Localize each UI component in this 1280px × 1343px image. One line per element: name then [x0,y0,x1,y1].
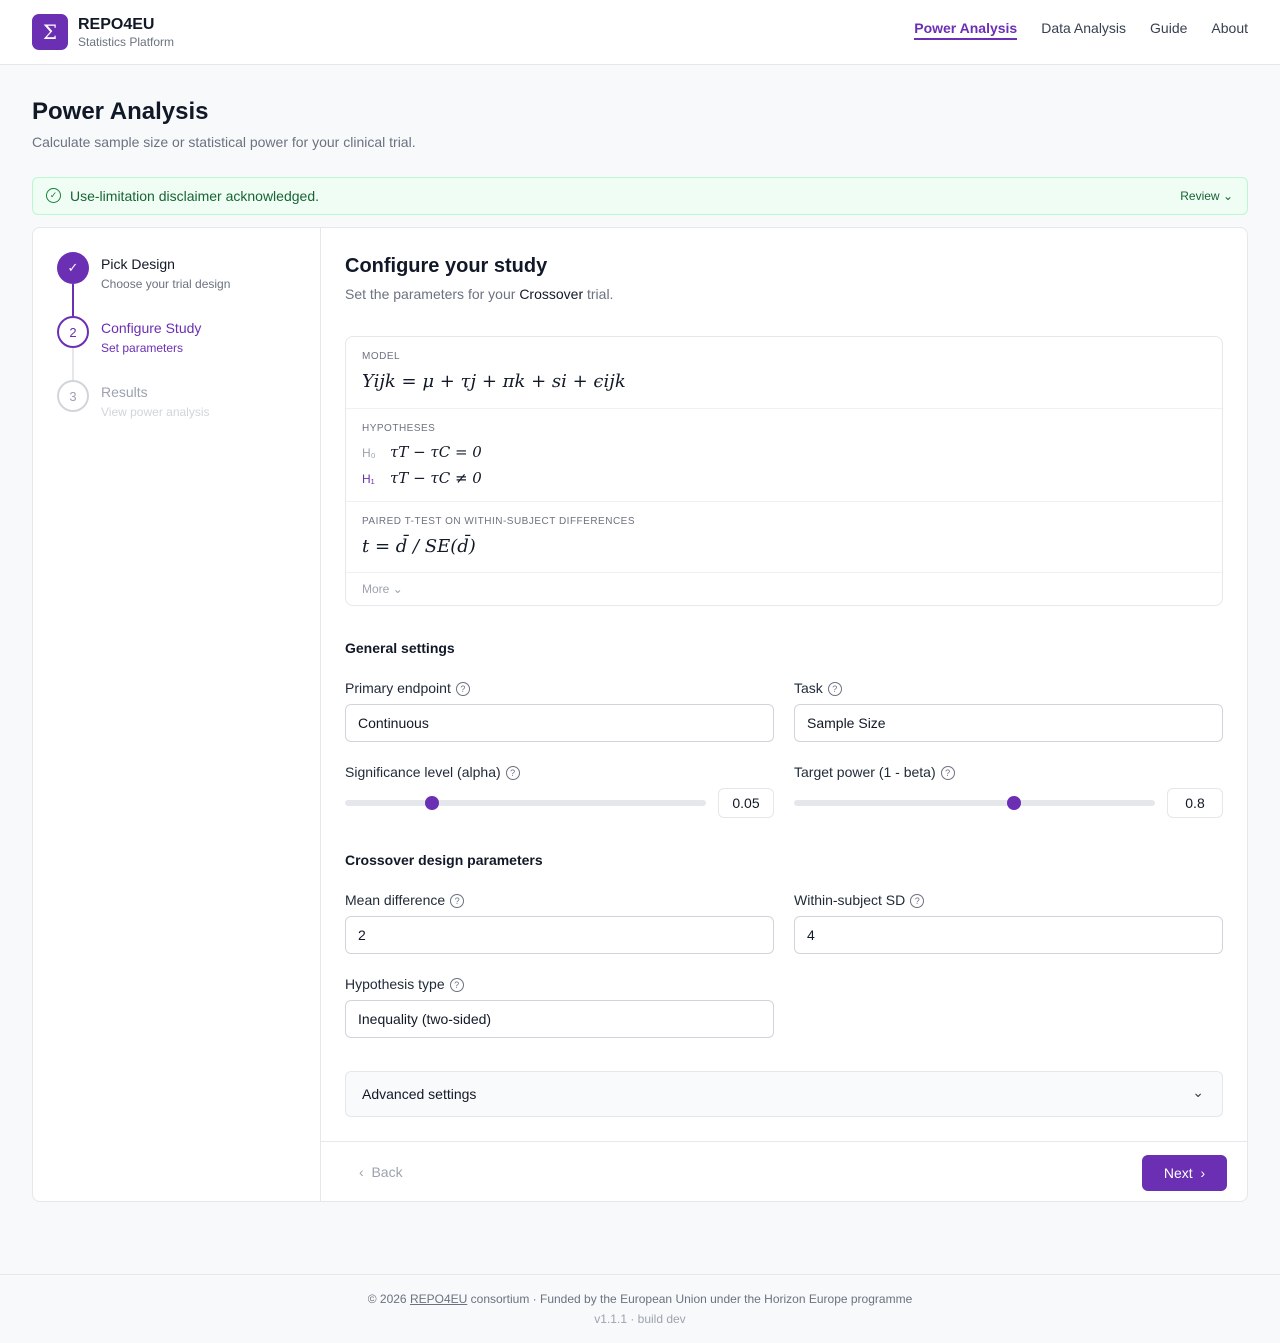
stepper: ✓ Pick Design Choose your trial design 2… [33,228,321,1201]
alpha-slider-thumb[interactable] [424,796,439,810]
chevron-right-icon: › [1200,1165,1206,1181]
review-label: Review [1180,189,1220,203]
h0-equation: τT − τC = 0 [390,443,482,461]
help-icon[interactable]: ? [827,682,842,696]
mean-difference-label: Mean difference? [345,892,465,908]
config-title: Configure your study [345,255,548,277]
step-3-number: 3 [57,380,89,412]
step-2-title[interactable]: Configure Study [101,320,201,336]
more-toggle[interactable]: More ⌄ [362,582,403,596]
alpha-label: Significance level (alpha)? [345,764,520,780]
footer-line-1: © 2026 REPO4EU consortium · Funded by th… [367,1292,913,1306]
design-name: Crossover [519,286,584,302]
nav-data-analysis[interactable]: Data Analysis [1041,20,1126,40]
step-3-desc: View power analysis [101,405,210,419]
main-nav: Power Analysis Data Analysis Guide About [914,20,1248,40]
help-icon[interactable]: ? [940,766,955,780]
footer-link[interactable]: REPO4EU [410,1292,467,1306]
step-1-desc: Choose your trial design [101,277,231,291]
hypotheses-section: HYPOTHESES H₀ τT − τC = 0 H₁ τT − τC ≠ 0 [346,409,1222,502]
hypothesis-type-label: Hypothesis type? [345,976,464,992]
sigma-logo-icon[interactable]: Σ [32,14,68,50]
step-done-check-icon[interactable]: ✓ [57,252,89,284]
check-circle-icon: ✓ [46,188,61,203]
within-subject-sd-label: Within-subject SD? [794,892,925,908]
advanced-settings-toggle[interactable]: Advanced settings ⌄ [345,1071,1223,1117]
h1-equation: τT − τC ≠ 0 [390,469,482,487]
disclaimer-notice: ✓ Use-limitation disclaimer acknowledged… [32,177,1248,215]
step-2-number[interactable]: 2 [57,316,89,348]
primary-endpoint-label: Primary endpoint? [345,680,470,696]
mean-difference-input[interactable]: 2 [345,916,774,954]
step-connector [72,348,74,380]
test-section: PAIRED T-TEST ON WITHIN-SUBJECT DIFFEREN… [346,502,1222,573]
test-equation: t = d̄ / SE(d̄) [362,536,476,557]
task-select[interactable]: Sample Size [794,704,1223,742]
wizard-footer: ‹ Back Next › [321,1141,1247,1201]
power-value[interactable]: 0.8 [1167,788,1223,818]
power-slider-thumb[interactable] [1007,796,1022,810]
page-title: Power Analysis [32,98,209,125]
h1-label: H₁ [362,472,375,486]
help-icon[interactable]: ? [910,894,925,908]
model-summary: MODEL Yijk = μ + τj + πk + si + ϵijk HYP… [345,336,1223,606]
chevron-down-icon: ⌄ [392,582,403,596]
step-1-title[interactable]: Pick Design [101,256,175,272]
task-label: Task? [794,680,842,696]
power-slider[interactable] [794,796,1155,810]
notice-text: Use-limitation disclaimer acknowledged. [70,188,319,204]
page-footer: © 2026 REPO4EU consortium · Funded by th… [0,1274,1280,1343]
help-icon[interactable]: ? [450,894,465,908]
review-button[interactable]: Review ⌄ [1180,189,1233,203]
nav-guide[interactable]: Guide [1150,20,1187,40]
general-settings-heading: General settings [345,640,455,656]
power-label: Target power (1 - beta)? [794,764,955,780]
help-icon[interactable]: ? [455,682,470,696]
config-subtitle: Set the parameters for your Crossover tr… [345,286,614,302]
brand-name[interactable]: REPO4EU [78,16,154,34]
chevron-down-icon: ⌄ [1192,1084,1204,1100]
crossover-params-heading: Crossover design parameters [345,852,543,868]
page-subtitle: Calculate sample size or statistical pow… [32,134,416,150]
top-header: Σ REPO4EU Statistics Platform Power Anal… [0,0,1280,65]
step-2-desc: Set parameters [101,341,184,355]
chevron-left-icon: ‹ [359,1164,364,1180]
model-section: MODEL Yijk = μ + τj + πk + si + ϵijk [346,337,1222,409]
alpha-value[interactable]: 0.05 [718,788,774,818]
hypotheses-label: HYPOTHESES [362,423,436,434]
test-label: PAIRED T-TEST ON WITHIN-SUBJECT DIFFEREN… [362,516,636,527]
chevron-down-icon: ⌄ [1222,189,1233,203]
help-icon[interactable]: ? [505,766,520,780]
brand-subtitle: Statistics Platform [78,35,175,49]
step-3-title: Results [101,384,148,400]
within-subject-sd-input[interactable]: 4 [794,916,1223,954]
step-connector [72,284,74,316]
primary-endpoint-select[interactable]: Continuous [345,704,774,742]
nav-about[interactable]: About [1211,20,1248,40]
h0-label: H₀ [362,446,376,460]
footer-version: v1.1.1 · build dev [594,1312,686,1326]
back-button[interactable]: ‹ Back [359,1164,403,1180]
hypothesis-type-select[interactable]: Inequality (two-sided) [345,1000,774,1038]
next-button[interactable]: Next › [1142,1155,1227,1191]
alpha-slider[interactable] [345,796,706,810]
advanced-settings-label: Advanced settings [362,1086,477,1102]
config-panel: Configure your study Set the parameters … [321,228,1247,1201]
help-icon[interactable]: ? [449,978,464,992]
nav-power-analysis[interactable]: Power Analysis [914,20,1018,40]
model-equation: Yijk = μ + τj + πk + si + ϵijk [362,371,626,392]
wizard-card: ✓ Pick Design Choose your trial design 2… [32,227,1248,1202]
model-label: MODEL [362,351,401,362]
